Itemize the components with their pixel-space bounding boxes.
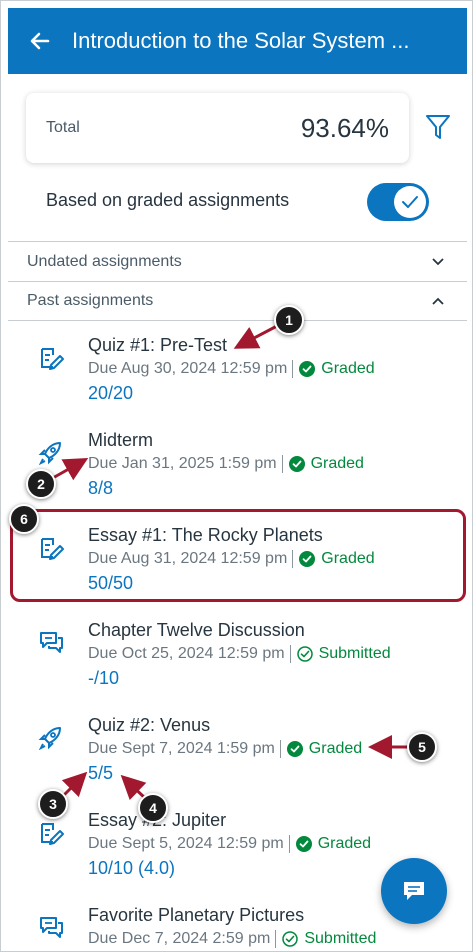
assignment-row[interactable]: Chapter Twelve Discussion Due Oct 25, 202… (8, 608, 467, 703)
assignment-score: 8/8 (88, 478, 114, 498)
assignment-row[interactable]: Quiz #2: Venus Due Sept 7, 2024 1:59 pm Gr… (8, 703, 467, 798)
assignment-meta: Due Sept 5, 2024 12:59 pm Graded (88, 835, 371, 853)
assignment-name: Quiz #2: Venus (88, 715, 211, 735)
graded-toggle[interactable] (367, 183, 429, 221)
callout-badge-3: 3 (38, 789, 68, 819)
back-button[interactable] (8, 8, 72, 74)
message-icon (404, 882, 424, 900)
assignment-name: Midterm (88, 430, 154, 450)
total-grade-card: Total 93.64% (26, 93, 409, 163)
status-badge: Graded (299, 360, 375, 378)
filter-icon (426, 115, 450, 139)
assignment-name: Quiz #1: Pre-Test (88, 335, 228, 355)
due-date: Due Oct 25, 2024 12:59 pm (88, 645, 285, 662)
check-icon (402, 196, 418, 208)
chevron-down-icon (432, 257, 444, 265)
due-date: Due Dec 7, 2024 2:59 pm (88, 930, 271, 947)
chevron-up-icon (432, 297, 444, 305)
section-label-undated: Undated assignments (27, 252, 182, 270)
assignment-score: 20/20 (88, 383, 134, 403)
status-label: Graded (308, 740, 363, 757)
callout-badge-5: 5 (407, 732, 437, 762)
undated-assignments-section[interactable]: Undated assignments (8, 241, 467, 281)
callout-badge-1: 1 (274, 305, 304, 335)
assignment-score: -/10 (88, 668, 120, 688)
status-label: Submitted (318, 645, 391, 662)
rocket-icon (38, 725, 66, 758)
graded-check-icon (286, 741, 303, 757)
assignment-meta: Due Oct 25, 2024 12:59 pm Submitted (88, 645, 391, 663)
assignment-row[interactable]: Quiz #1: Pre-Test Due Aug 30, 2024 12:59 … (8, 323, 467, 418)
assignment-score: 10/10 (4.0) (88, 858, 176, 878)
submitted-check-icon (296, 646, 313, 662)
status-label: Submitted (304, 930, 377, 947)
filter-button[interactable] (425, 113, 451, 146)
assignment-meta: Due Dec 7, 2024 2:59 pm Submitted (88, 930, 376, 948)
status-badge: Submitted (282, 930, 376, 948)
total-value: 93.64% (300, 112, 389, 143)
callout-badge-4: 4 (138, 793, 168, 823)
meta-divider (289, 645, 291, 663)
assignment-score: 5/5 (88, 763, 114, 783)
app-screen: Introduction to the Solar System ... Tot… (0, 0, 473, 952)
assignment-meta: Due Jan 31, 2025 1:59 pm Graded (88, 455, 364, 473)
quiz-icon (38, 345, 66, 378)
section-label-past: Past assignments (27, 292, 154, 309)
assignment-name: Favorite Planetary Pictures (88, 905, 305, 925)
highlight-box (10, 509, 466, 602)
due-date: Due Sept 7, 2024 1:59 pm (88, 740, 275, 757)
status-label: Graded (317, 835, 372, 852)
graded-check-icon (295, 836, 312, 852)
due-date: Due Aug 30, 2024 12:59 pm (88, 360, 288, 377)
toggle-knob (394, 186, 426, 218)
assignment-meta: Due Sept 7, 2024 1:59 pm Graded (88, 740, 362, 758)
meta-divider (281, 455, 283, 473)
callout-badge-2: 2 (26, 469, 56, 499)
past-assignments-section[interactable]: Past assignments (8, 281, 467, 321)
status-label: Graded (310, 455, 364, 472)
meta-divider (279, 740, 281, 758)
graded-check-icon (299, 361, 316, 377)
rocket-icon (38, 440, 66, 473)
status-label: Graded (321, 360, 375, 377)
meta-divider (292, 360, 294, 378)
inbox-fab-button[interactable] (381, 858, 447, 924)
assignment-icon (38, 820, 66, 853)
assignment-row[interactable]: Midterm Due Jan 31, 2025 1:59 pm Graded 8/8 (8, 418, 467, 513)
due-date: Due Sept 5, 2024 12:59 pm (88, 835, 284, 852)
page-title: Introduction to the Solar System ... (72, 28, 410, 53)
status-badge: Graded (288, 455, 364, 473)
meta-divider (275, 930, 277, 948)
app-header: Introduction to the Solar System ... (8, 8, 467, 74)
status-badge: Graded (286, 740, 363, 758)
assignment-meta: Due Aug 30, 2024 12:59 pm Graded (88, 360, 375, 378)
arrow-left-icon (30, 32, 50, 50)
status-badge: Submitted (296, 645, 391, 663)
meta-divider (288, 835, 290, 853)
graded-toggle-label: Based on graded assignments (46, 190, 290, 210)
discussion-icon (38, 915, 66, 948)
graded-check-icon (288, 456, 305, 472)
assignment-name: Chapter Twelve Discussion (88, 620, 305, 640)
submitted-check-icon (282, 931, 299, 947)
callout-badge-6: 6 (9, 504, 39, 534)
status-badge: Graded (295, 835, 372, 853)
discussion-icon (38, 630, 66, 663)
due-date: Due Jan 31, 2025 1:59 pm (88, 455, 277, 472)
total-label: Total (46, 119, 80, 136)
